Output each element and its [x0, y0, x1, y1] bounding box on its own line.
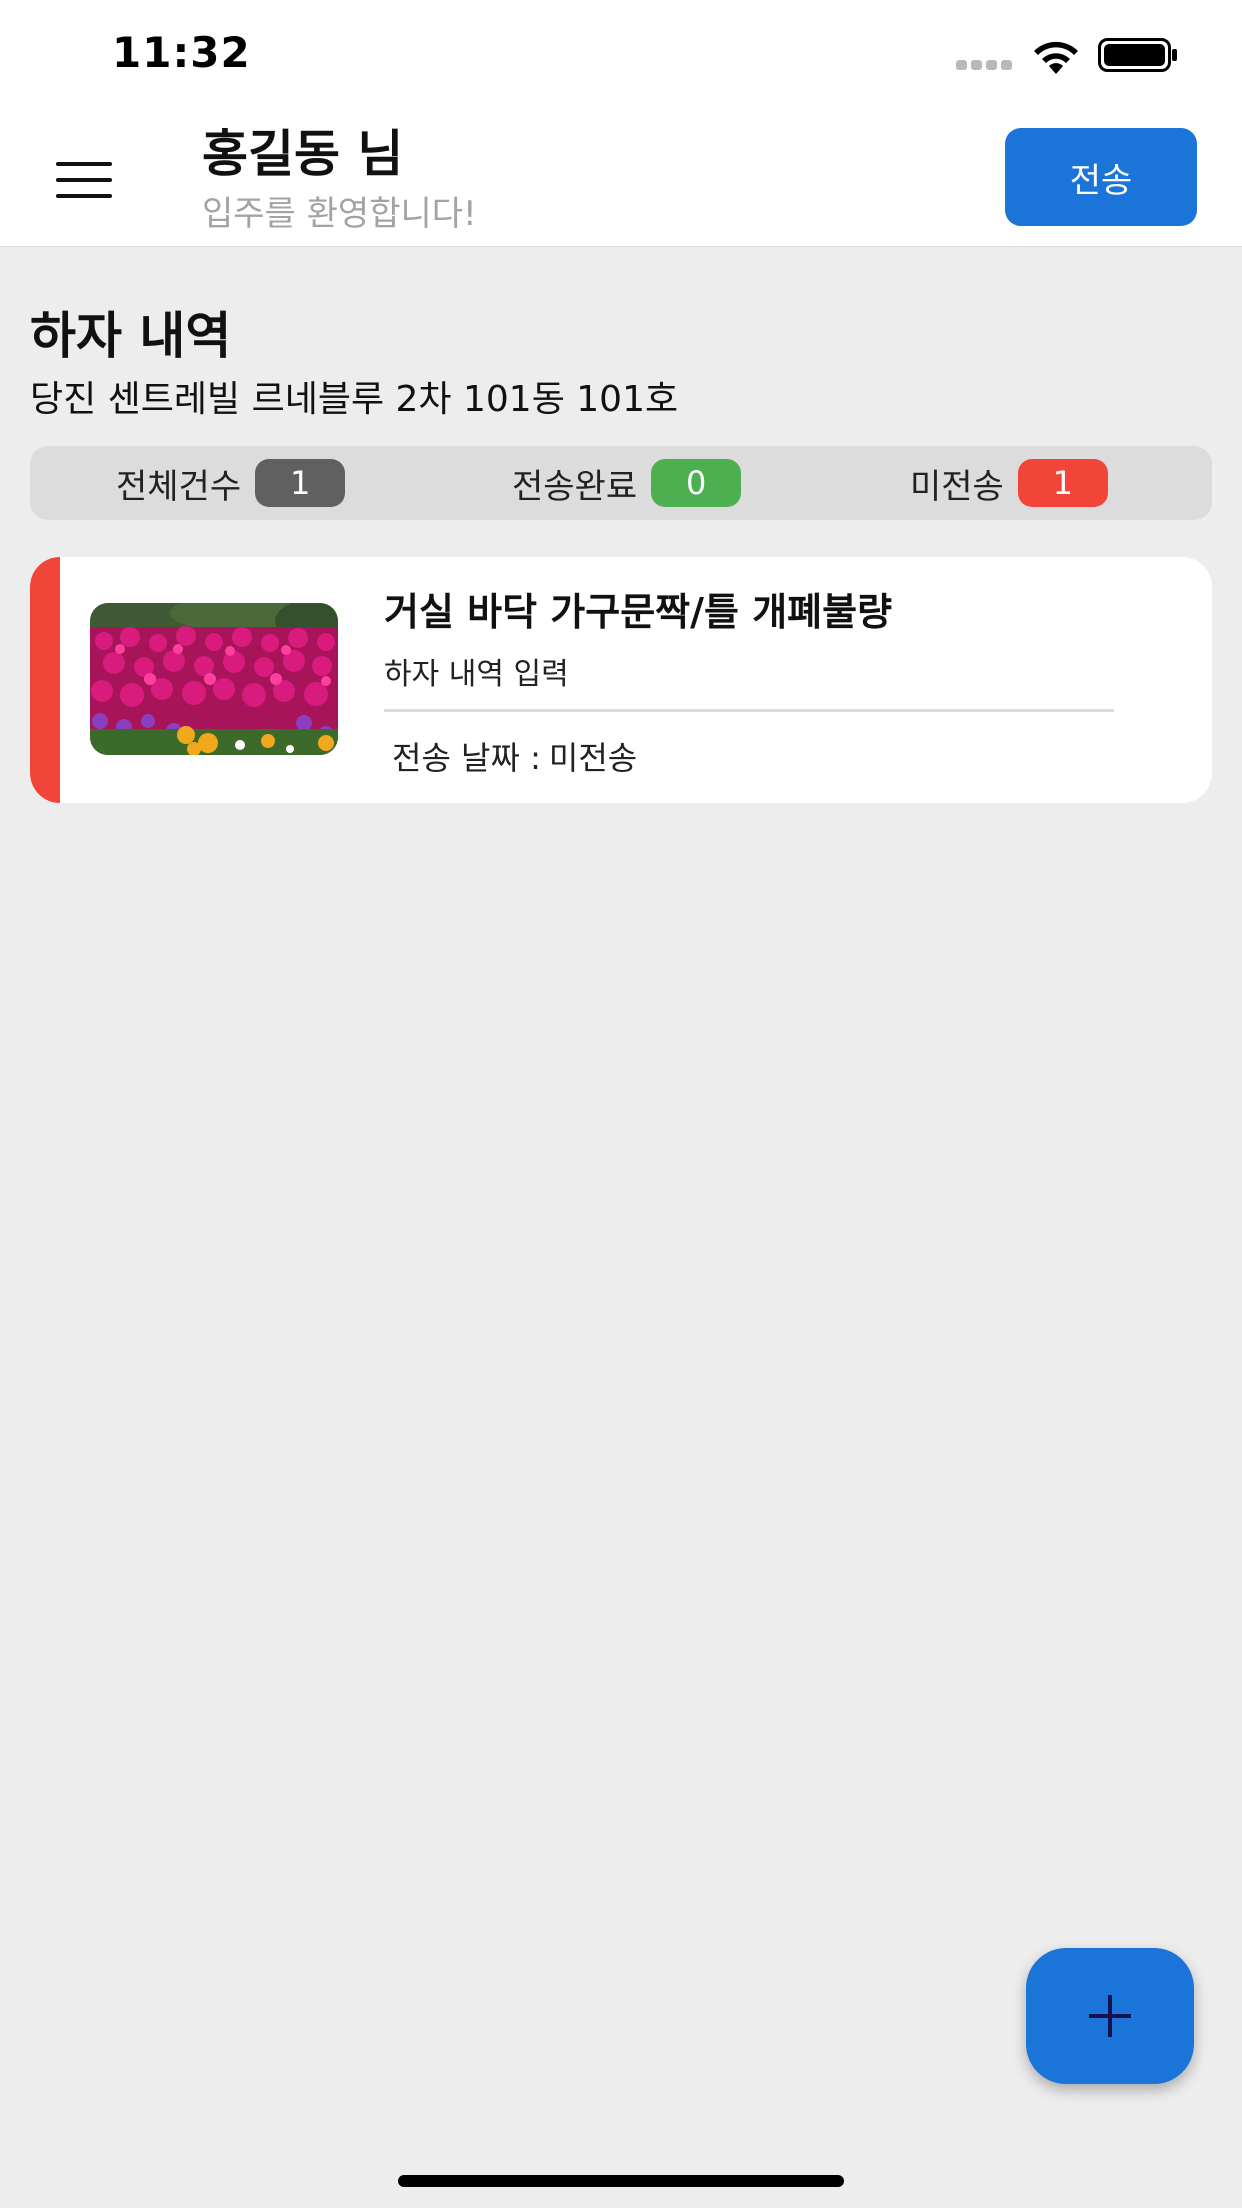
app-screen: 11:32 홍길동 님 입주를 환영합니다! 전송 하자 내역 당진 센트레빌 … [0, 0, 1242, 2208]
summary-unsent-label: 미전송 [910, 466, 1004, 507]
welcome-text: 입주를 환영합니다! [202, 194, 477, 234]
record-date-label: 전송 날짜 : [392, 739, 541, 777]
status-time: 11:32 [112, 28, 251, 77]
record-date-value: 미전송 [548, 739, 638, 777]
status-bar: 11:32 [0, 0, 1242, 110]
card-divider [384, 709, 1114, 712]
record-subtitle: 하자 내역 입력 [384, 657, 569, 692]
unit-address: 당진 센트레빌 르네블루 2차 101동 101호 [30, 379, 679, 420]
add-record-button[interactable] [1026, 1948, 1194, 2084]
card-status-strip [30, 557, 60, 803]
record-title: 거실 바닥 가구문짝/틀 개폐불량 [384, 590, 893, 634]
summary-sent-badge: 0 [651, 459, 742, 507]
signal-dots-icon [956, 60, 1012, 70]
summary-sent: 전송완료 0 [512, 458, 742, 508]
summary-unsent: 미전송 1 [910, 458, 1108, 508]
summary-total-label: 전체건수 [116, 466, 242, 507]
defect-record-card[interactable]: 거실 바닥 가구문짝/틀 개폐불량 하자 내역 입력 전송 날짜 : 미전송 [30, 557, 1212, 803]
hamburger-menu-icon[interactable] [56, 162, 112, 198]
user-name: 홍길동 님 [202, 125, 404, 183]
summary-total: 전체건수 1 [116, 458, 346, 508]
send-button[interactable]: 전송 [1005, 128, 1197, 226]
summary-bar: 전체건수 1 전송완료 0 미전송 1 [30, 446, 1212, 520]
summary-total-badge: 1 [255, 459, 346, 507]
record-date-row: 전송 날짜 : 미전송 [392, 733, 637, 779]
summary-sent-label: 전송완료 [512, 466, 638, 507]
wifi-icon [1034, 41, 1078, 74]
section-title: 하자 내역 [30, 307, 232, 365]
flower-field-photo [90, 603, 338, 755]
home-indicator [398, 2175, 844, 2187]
plus-icon [1089, 1995, 1131, 2037]
summary-unsent-badge: 1 [1017, 459, 1108, 507]
app-header: 홍길동 님 입주를 환영합니다! 전송 [0, 110, 1242, 247]
battery-icon [1098, 38, 1177, 72]
